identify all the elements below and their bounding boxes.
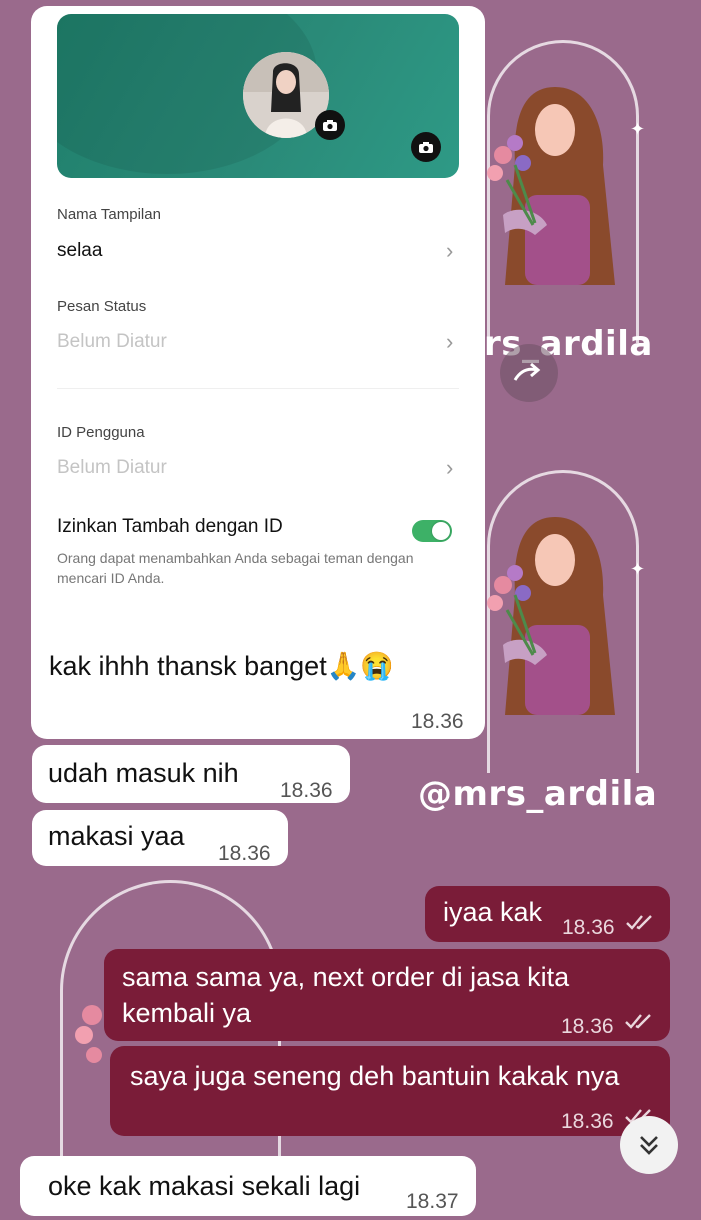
forward-button[interactable] (500, 344, 558, 402)
incoming-message[interactable]: makasi yaa 18.36 (32, 810, 288, 866)
allow-add-by-id-toggle[interactable] (412, 520, 452, 542)
message-time: 18.36 (218, 842, 271, 865)
message-text: kak ihhh thansk banget🙏😭 (49, 650, 394, 682)
toggle-knob (432, 522, 450, 540)
message-text: saya juga seneng deh bantuin kakak nya (130, 1061, 620, 1091)
outgoing-message[interactable]: iyaa kak 18.36 (425, 886, 670, 942)
display-name-label: Nama Tampilan (57, 206, 161, 223)
watermark-handle: @mrs_ardila (418, 774, 658, 814)
message-time: 18.37 (406, 1190, 459, 1213)
camera-icon (419, 141, 433, 153)
emoji: 🙏😭 (326, 651, 394, 681)
message-line: kembali ya (122, 998, 252, 1028)
message-text: makasi yaa (48, 821, 185, 851)
status-message-value[interactable]: Belum Diatur (57, 331, 167, 353)
divider (57, 388, 459, 389)
chevron-right-icon: › (446, 238, 454, 263)
profile-screenshot-message[interactable]: Nama Tampilan selaa › Pesan Status Belum… (31, 6, 485, 739)
change-avatar-button[interactable] (315, 110, 345, 140)
message-text: udah masuk nih (48, 758, 239, 788)
incoming-message[interactable]: oke kak makasi sekali lagi 18.37 (20, 1156, 476, 1216)
user-id-label: ID Pengguna (57, 424, 145, 441)
allow-add-by-id-description: Orang dapat menambahkan Anda sebagai tem… (57, 550, 414, 586)
camera-icon (323, 119, 337, 131)
outgoing-message[interactable]: sama sama ya, next order di jasa kita ke… (104, 949, 670, 1041)
user-id-value[interactable]: Belum Diatur (57, 457, 167, 479)
scroll-to-bottom-button[interactable] (620, 1116, 678, 1174)
double-check-icon (625, 1014, 651, 1029)
scroll-down-icon (640, 1136, 658, 1155)
status-message-label: Pesan Status (57, 298, 147, 315)
message-time: 18.36 (411, 710, 464, 733)
double-check-icon (626, 915, 652, 930)
message-text: iyaa kak (443, 897, 543, 927)
message-text: oke kak makasi sekali lagi (48, 1171, 361, 1201)
hijab-figure-illustration (487, 87, 615, 285)
forward-icon (513, 362, 543, 382)
message-time: 18.36 (280, 779, 333, 802)
message-time: 18.36 (562, 916, 615, 939)
chevron-right-icon: › (446, 329, 454, 354)
change-cover-button[interactable] (411, 132, 441, 162)
incoming-message[interactable]: udah masuk nih 18.36 (32, 745, 350, 803)
sparkle-icon: ✦ (630, 559, 646, 579)
outgoing-message[interactable]: saya juga seneng deh bantuin kakak nya 1… (110, 1046, 670, 1136)
message-line: sama sama ya, next order di jasa kita (122, 962, 570, 992)
allow-add-by-id-label: Izinkan Tambah dengan ID (57, 516, 283, 537)
hijab-figure-illustration (487, 517, 615, 715)
chevron-right-icon: › (446, 455, 454, 480)
message-time: 18.36 (561, 1015, 614, 1038)
message-text: sama sama ya, next order di jasa kita ke… (122, 959, 569, 1031)
caption-text: kak ihhh thansk banget (49, 651, 327, 681)
sparkle-icon: ✦ (630, 119, 646, 139)
message-time: 18.36 (561, 1110, 614, 1133)
profile-cover-image (57, 14, 459, 178)
display-name-value[interactable]: selaa (57, 240, 102, 262)
